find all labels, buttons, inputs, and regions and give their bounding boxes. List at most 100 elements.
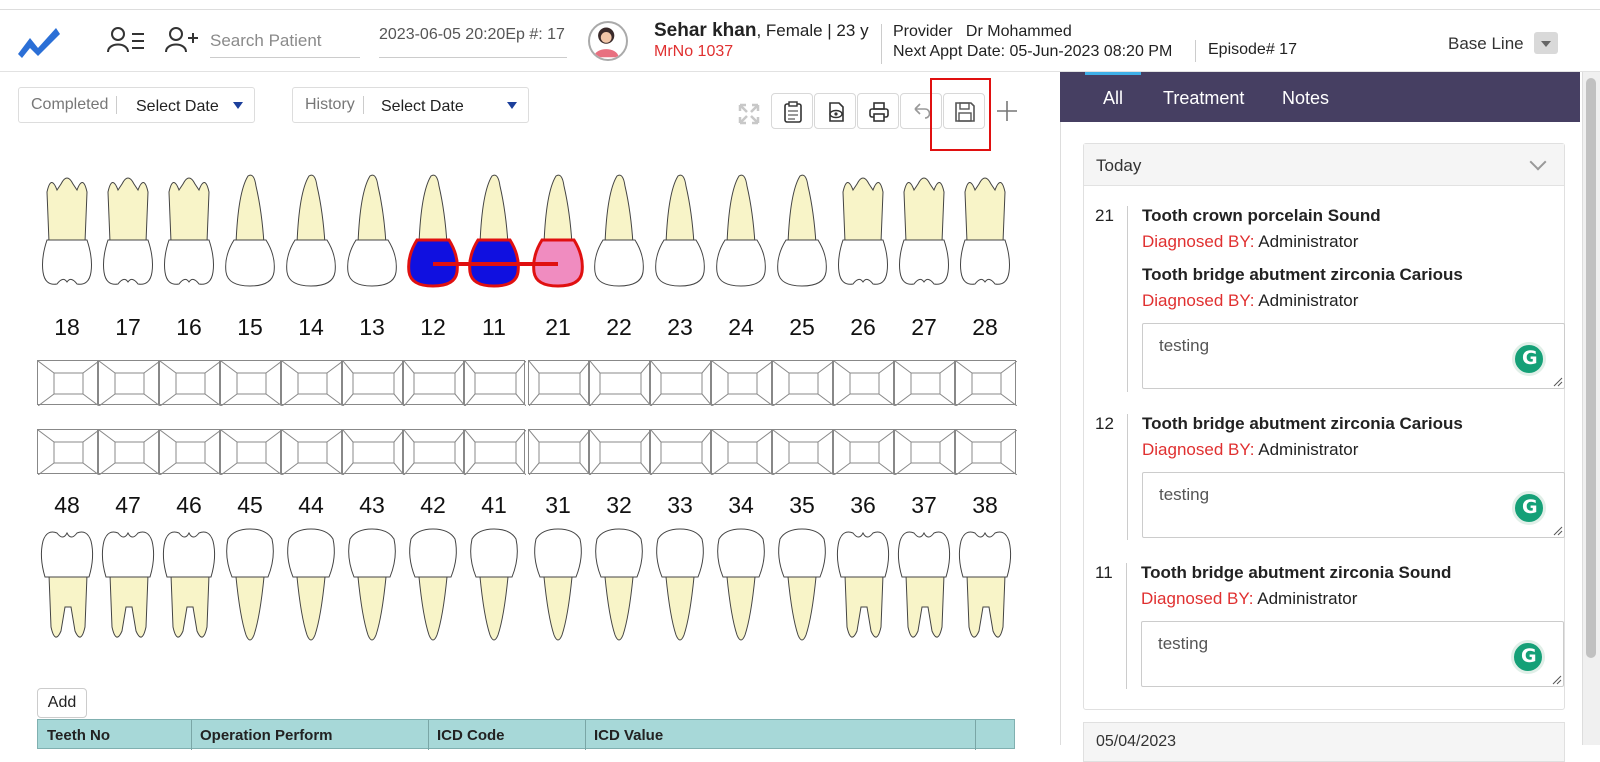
tooth-number[interactable]: 22: [589, 314, 649, 341]
tooth-surface-map[interactable]: [220, 429, 282, 475]
tooth-number[interactable]: 34: [711, 492, 771, 519]
tooth-number[interactable]: 27: [894, 314, 954, 341]
tooth-surface-map[interactable]: [955, 429, 1017, 475]
tooth-surface-map[interactable]: [528, 429, 590, 475]
tab-all[interactable]: All: [1103, 88, 1123, 109]
tooth-surface-map[interactable]: [528, 360, 590, 406]
tooth-11[interactable]: [464, 172, 524, 297]
tooth-48[interactable]: [37, 527, 97, 652]
grammarly-icon[interactable]: [1512, 491, 1546, 525]
note-textarea[interactable]: testing: [1141, 621, 1564, 687]
episode-select-field[interactable]: 2023-06-05 20:20Ep #: 17: [379, 24, 567, 58]
tooth-46[interactable]: [159, 527, 219, 652]
tooth-number[interactable]: 17: [98, 314, 158, 341]
tooth-25[interactable]: [772, 172, 832, 297]
tooth-35[interactable]: [772, 527, 832, 652]
tooth-surface-map[interactable]: [159, 429, 221, 475]
tooth-41[interactable]: [464, 527, 524, 652]
tab-notes[interactable]: Notes: [1282, 88, 1329, 109]
tooth-surface-map[interactable]: [772, 360, 834, 406]
tooth-surface-map[interactable]: [464, 429, 526, 475]
tooth-17[interactable]: [98, 172, 158, 297]
tooth-surface-map[interactable]: [342, 360, 404, 406]
tooth-number[interactable]: 46: [159, 492, 219, 519]
tooth-number[interactable]: 44: [281, 492, 341, 519]
tooth-number[interactable]: 23: [650, 314, 710, 341]
tooth-surface-map[interactable]: [220, 360, 282, 406]
tooth-number[interactable]: 24: [711, 314, 771, 341]
tooth-number[interactable]: 41: [464, 492, 524, 519]
tooth-surface-map[interactable]: [281, 360, 343, 406]
tooth-surface-map[interactable]: [37, 429, 99, 475]
tooth-number[interactable]: 26: [833, 314, 893, 341]
tooth-44[interactable]: [281, 527, 341, 652]
tooth-number[interactable]: 37: [894, 492, 954, 519]
tooth-number[interactable]: 21: [528, 314, 588, 341]
resize-handle-icon[interactable]: [1552, 675, 1562, 685]
search-patient-input[interactable]: [210, 24, 360, 58]
tooth-number[interactable]: 25: [772, 314, 832, 341]
tooth-number[interactable]: 45: [220, 492, 280, 519]
completed-date-filter[interactable]: Completed Select Date: [18, 87, 255, 123]
tooth-32[interactable]: [589, 527, 649, 652]
tooth-13[interactable]: [342, 172, 402, 297]
history-group-previous[interactable]: 05/04/2023: [1083, 722, 1565, 762]
resize-handle-icon[interactable]: [1553, 377, 1563, 387]
note-textarea[interactable]: testing: [1142, 323, 1565, 389]
group-header-today[interactable]: Today: [1084, 144, 1564, 186]
tooth-33[interactable]: [650, 527, 710, 652]
tooth-number[interactable]: 33: [650, 492, 710, 519]
add-row-button[interactable]: Add: [37, 688, 87, 718]
add-patient-icon[interactable]: [162, 24, 202, 56]
tooth-15[interactable]: [220, 172, 280, 297]
tooth-14[interactable]: [281, 172, 341, 297]
tooth-surface-map[interactable]: [159, 360, 221, 406]
tooth-number[interactable]: 18: [37, 314, 97, 341]
tooth-number[interactable]: 11: [464, 314, 524, 341]
tooth-number[interactable]: 43: [342, 492, 402, 519]
tooth-number[interactable]: 35: [772, 492, 832, 519]
chevron-down-icon[interactable]: [1534, 32, 1558, 54]
tooth-number[interactable]: 32: [589, 492, 649, 519]
tooth-surface-map[interactable]: [833, 360, 895, 406]
tooth-surface-map[interactable]: [37, 360, 99, 406]
history-date-filter[interactable]: History Select Date: [292, 87, 529, 123]
tooth-surface-map[interactable]: [833, 429, 895, 475]
tooth-surface-map[interactable]: [711, 429, 773, 475]
tooth-12[interactable]: [403, 172, 463, 297]
tooth-23[interactable]: [650, 172, 710, 297]
resize-handle-icon[interactable]: [1553, 526, 1563, 536]
tab-treatment[interactable]: Treatment: [1163, 88, 1244, 109]
note-textarea[interactable]: testing: [1142, 472, 1565, 538]
tooth-surface-map[interactable]: [650, 360, 712, 406]
tooth-number[interactable]: 15: [220, 314, 280, 341]
tooth-number[interactable]: 47: [98, 492, 158, 519]
tooth-surface-map[interactable]: [589, 360, 651, 406]
add-button[interactable]: [986, 93, 1028, 129]
tooth-45[interactable]: [220, 527, 280, 652]
tooth-surface-map[interactable]: [98, 360, 160, 406]
tooth-42[interactable]: [403, 527, 463, 652]
tooth-31[interactable]: [528, 527, 588, 652]
tooth-surface-map[interactable]: [464, 360, 526, 406]
tooth-number[interactable]: 42: [403, 492, 463, 519]
tooth-surface-map[interactable]: [711, 360, 773, 406]
tooth-number[interactable]: 16: [159, 314, 219, 341]
tooth-28[interactable]: [955, 172, 1015, 297]
tooth-38[interactable]: [955, 527, 1015, 652]
tooth-number[interactable]: 48: [37, 492, 97, 519]
clipboard-button[interactable]: [771, 93, 813, 129]
print-button[interactable]: [857, 93, 899, 129]
expand-icon[interactable]: [738, 103, 760, 125]
baseline-select-label[interactable]: Base Line: [1448, 34, 1524, 54]
tooth-24[interactable]: [711, 172, 771, 297]
tooth-number[interactable]: 13: [342, 314, 402, 341]
tooth-37[interactable]: [894, 527, 954, 652]
tooth-26[interactable]: [833, 172, 893, 297]
tooth-18[interactable]: [37, 172, 97, 297]
tooth-number[interactable]: 36: [833, 492, 893, 519]
tooth-number[interactable]: 28: [955, 314, 1015, 341]
tooth-21[interactable]: [528, 172, 588, 297]
tooth-surface-map[interactable]: [98, 429, 160, 475]
grammarly-icon[interactable]: [1511, 640, 1545, 674]
